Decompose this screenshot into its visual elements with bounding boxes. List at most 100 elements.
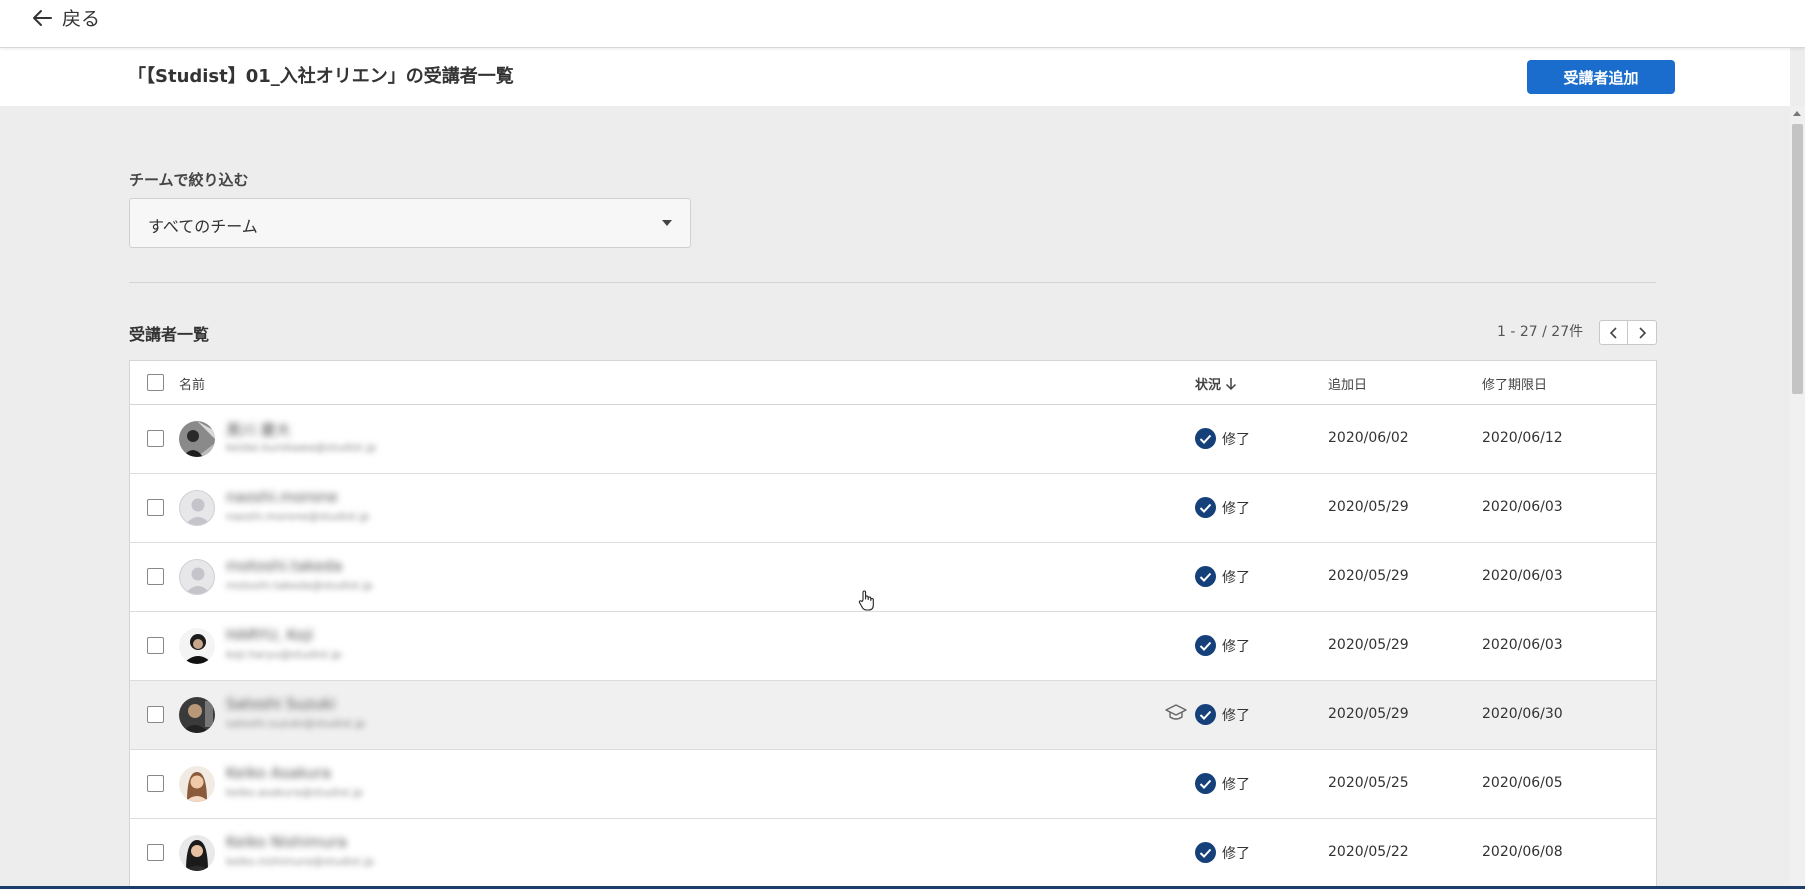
check-circle-icon [1195,842,1216,863]
scrollbar-thumb[interactable] [1792,124,1803,394]
avatar [179,766,215,802]
status: 修了 [1195,566,1250,587]
table-row[interactable]: Satoshi Suzuki satoshi.suzuki@studist.jp… [130,681,1656,750]
select-all-checkbox[interactable] [147,374,164,391]
avatar [179,559,215,595]
table-row[interactable]: Keiko Nishimura keiko.nishimura@studist.… [130,819,1656,888]
table-row[interactable]: Keiko Asakura keiko.asakura@studist.jp 修… [130,750,1656,819]
learner-name: naoshi.morone [226,488,338,506]
deadline-date: 2020/06/30 [1482,706,1563,722]
status: 修了 [1195,428,1250,449]
check-circle-icon [1195,704,1216,725]
status-label: 修了 [1222,776,1250,793]
status-label: 修了 [1222,500,1250,517]
added-date: 2020/05/22 [1328,844,1409,860]
added-date: 2020/06/02 [1328,430,1409,446]
team-filter-value: すべてのチーム [148,217,258,236]
row-checkbox[interactable] [147,775,164,792]
learner-name: HARYU, Koji [226,626,314,644]
learner-list-title: 受講者一覧 [129,325,210,344]
status: 修了 [1195,497,1250,518]
top-bar: 戻る [0,0,1805,48]
status: 修了 [1195,704,1250,725]
learner-email: satoshi.suzuki@studist.jp [226,717,366,730]
column-name: 名前 [179,378,206,393]
table-row[interactable]: 黒川 慶大 keidai.kurokawa@studist.jp 修了 2020… [130,405,1656,474]
learner-email: keiko.nishimura@studist.jp [226,855,375,868]
added-date: 2020/05/29 [1328,706,1409,722]
learner-email: motoshi.takeda@studist.jp [226,579,373,592]
added-date: 2020/05/29 [1328,499,1409,515]
learner-email: naoshi.morone@studist.jp [226,510,370,523]
chevron-right-icon [1639,326,1647,339]
deadline-date: 2020/06/03 [1482,499,1563,515]
check-circle-icon [1195,635,1216,656]
arrow-down-icon [1225,377,1237,390]
row-checkbox[interactable] [147,499,164,516]
added-date: 2020/05/29 [1328,637,1409,653]
added-date: 2020/05/29 [1328,568,1409,584]
page-scrollbar[interactable] [1790,106,1805,889]
learner-name: 黒川 慶大 [226,421,291,439]
back-label: 戻る [62,8,101,30]
team-filter-select[interactable]: すべてのチーム [129,198,691,248]
avatar [179,835,215,871]
paging-info: 1 - 27 / 27件 [1497,324,1584,340]
learner-email: koji.haryu@studist.jp [226,648,342,661]
arrow-left-icon [33,9,52,26]
avatar [179,697,215,733]
learner-name: Keiko Asakura [226,764,331,782]
table-header: 名前 状況 追加日 修了期限日 [130,361,1656,405]
row-checkbox[interactable] [147,844,164,861]
column-deadline: 修了期限日 [1482,378,1548,393]
status: 修了 [1195,842,1250,863]
learner-name: Keiko Nishimura [226,833,347,851]
deadline-date: 2020/06/03 [1482,568,1563,584]
table-row[interactable]: naoshi.morone naoshi.morone@studist.jp 修… [130,474,1656,543]
scroll-up-arrow-icon[interactable] [1793,111,1801,116]
back-button[interactable]: 戻る [30,4,100,31]
column-status-sort[interactable]: 状況 [1195,374,1237,393]
status-label: 修了 [1222,707,1250,724]
column-status-label: 状況 [1195,378,1222,393]
learner-email: keidai.kurokawa@studist.jp [226,441,377,454]
row-checkbox[interactable] [147,706,164,723]
chevron-left-icon [1609,326,1617,339]
learner-email: keiko.asakura@studist.jp [226,786,363,799]
check-circle-icon [1195,497,1216,518]
hand-cursor-icon [858,590,876,616]
graduation-cap-icon[interactable] [1165,703,1187,727]
avatar [179,421,215,457]
row-checkbox[interactable] [147,430,164,447]
deadline-date: 2020/06/05 [1482,775,1563,791]
status-label: 修了 [1222,431,1250,448]
divider [129,282,1656,283]
avatar [179,628,215,664]
status-label: 修了 [1222,569,1250,586]
learner-name: motoshi.takeda [226,557,343,575]
page-title: 「【Studist】01_入社オリエン」の受講者一覧 [128,66,514,87]
learner-name: Satoshi Suzuki [226,695,336,713]
learner-table: 名前 状況 追加日 修了期限日 黒川 慶大 keidai.kurokawa@st… [129,360,1657,889]
check-circle-icon [1195,773,1216,794]
team-filter-label: チームで絞り込む [129,171,249,189]
table-row[interactable]: HARYU, Koji koji.haryu@studist.jp 修了 202… [130,612,1656,681]
avatar [179,490,215,526]
caret-down-icon [662,220,672,226]
check-circle-icon [1195,428,1216,449]
next-page-button[interactable] [1628,321,1656,344]
status-label: 修了 [1222,638,1250,655]
page-header: 「【Studist】01_入社オリエン」の受講者一覧 受講者追加 [0,48,1790,106]
table-row[interactable]: motoshi.takeda motoshi.takeda@studist.jp… [130,543,1656,612]
deadline-date: 2020/06/03 [1482,637,1563,653]
column-added-date: 追加日 [1328,378,1368,393]
row-checkbox[interactable] [147,637,164,654]
add-learner-button[interactable]: 受講者追加 [1527,60,1675,94]
status: 修了 [1195,773,1250,794]
added-date: 2020/05/25 [1328,775,1409,791]
deadline-date: 2020/06/12 [1482,430,1563,446]
prev-page-button[interactable] [1600,321,1629,344]
row-checkbox[interactable] [147,568,164,585]
pager [1599,320,1657,345]
status: 修了 [1195,635,1250,656]
